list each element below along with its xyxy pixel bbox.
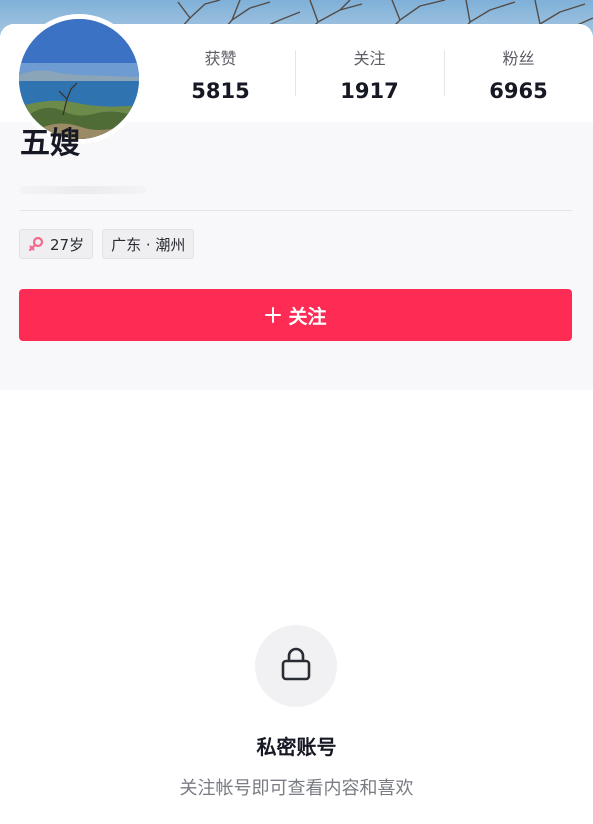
follow-button-label: 关注 bbox=[288, 305, 327, 328]
private-account-subtitle: 关注帐号即可查看内容和喜欢 bbox=[179, 778, 414, 799]
location-text: 广东 · 潮州 bbox=[111, 235, 186, 254]
avatar-image bbox=[19, 19, 139, 139]
stat-label: 关注 bbox=[353, 49, 386, 68]
stats-bar: 获赞 5815 关注 1917 粉丝 6965 bbox=[146, 48, 593, 108]
stat-label: 粉丝 bbox=[502, 49, 535, 68]
lock-icon bbox=[279, 645, 313, 687]
private-account-title: 私密账号 bbox=[256, 735, 337, 759]
stat-value: 6965 bbox=[489, 79, 548, 103]
divider bbox=[20, 210, 572, 211]
profile-page: 获赞 5815 关注 1917 粉丝 6965 五嫂 27岁 广东 · 潮州 关… bbox=[0, 0, 593, 824]
stat-following[interactable]: 关注 1917 bbox=[295, 48, 444, 108]
location-tag: 广东 · 潮州 bbox=[102, 229, 195, 259]
stat-value: 1917 bbox=[340, 79, 399, 103]
follow-button[interactable]: 关注 bbox=[19, 289, 572, 341]
age-text: 27岁 bbox=[50, 235, 85, 254]
profile-name: 五嫂 bbox=[20, 126, 80, 161]
stat-followers[interactable]: 粉丝 6965 bbox=[444, 48, 593, 108]
stat-likes[interactable]: 获赞 5815 bbox=[146, 48, 295, 108]
stat-value: 5815 bbox=[191, 79, 250, 103]
lock-badge bbox=[255, 625, 337, 707]
age-tag: 27岁 bbox=[19, 229, 94, 259]
stat-label: 获赞 bbox=[204, 49, 237, 68]
blurred-signature bbox=[20, 186, 146, 194]
profile-tags: 27岁 广东 · 潮州 bbox=[19, 229, 195, 259]
plus-icon bbox=[264, 306, 282, 324]
female-icon bbox=[28, 236, 44, 252]
